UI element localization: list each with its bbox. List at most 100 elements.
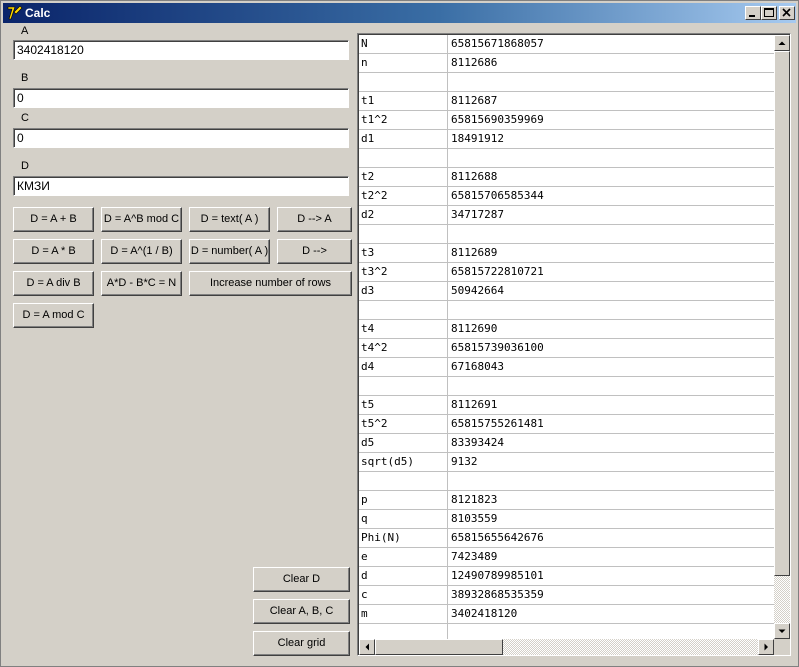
grid-cell-value[interactable]: 65815671868057	[449, 35, 774, 54]
table-row	[359, 301, 774, 320]
table-row	[359, 225, 774, 244]
grid-cell-value[interactable]: 65815755261481	[449, 415, 774, 434]
grid-cell-name[interactable]	[359, 73, 448, 92]
grid-cell-value[interactable]	[449, 73, 774, 92]
grid-cell-value[interactable]: 65815690359969	[449, 111, 774, 130]
grid-cell-name[interactable]	[359, 472, 448, 491]
grid-cell-value[interactable]: 67168043	[449, 358, 774, 377]
grid-cell-value[interactable]: 7423489	[449, 548, 774, 567]
grid-cell-name[interactable]: q	[359, 510, 448, 529]
field-c-input[interactable]: 0	[13, 128, 349, 148]
grid-cell-name[interactable]: d3	[359, 282, 448, 301]
grid-cell-value[interactable]: 65815655642676	[449, 529, 774, 548]
grid-cell-value[interactable]: 50942664	[449, 282, 774, 301]
grid-cell-name[interactable]: t1^2	[359, 111, 448, 130]
multiply-button[interactable]: D = A * B	[13, 239, 94, 264]
grid-cell-name[interactable]: t5	[359, 396, 448, 415]
field-d-input[interactable]: КМЗИ	[13, 176, 349, 196]
vertical-scroll-thumb[interactable]	[774, 51, 790, 576]
grid-cell-value[interactable]	[449, 301, 774, 320]
horizontal-scrollbar[interactable]	[359, 639, 774, 655]
grid-cell-name[interactable]: Phi(N)	[359, 529, 448, 548]
grid-cell-name[interactable]: d5	[359, 434, 448, 453]
grid-cell-value[interactable]: 8103559	[449, 510, 774, 529]
field-a-input[interactable]: 3402418120	[13, 40, 349, 60]
grid-cell-name[interactable]: t5^2	[359, 415, 448, 434]
grid-cell-value[interactable]: 8112686	[449, 54, 774, 73]
div-button[interactable]: D = A div B	[13, 271, 94, 296]
results-grid[interactable]: N 65815671868057 n 8112686 t1 8112687 t1^2 6581…	[357, 33, 791, 656]
vertical-scrollbar[interactable]	[774, 35, 790, 639]
grid-cell-name[interactable]: d2	[359, 206, 448, 225]
scroll-down-button[interactable]	[774, 623, 790, 639]
maximize-button[interactable]	[761, 6, 777, 20]
grid-cell-value[interactable]: 65815722810721	[449, 263, 774, 282]
grid-cell-value[interactable]: 8112689	[449, 244, 774, 263]
grid-cell-value[interactable]	[449, 149, 774, 168]
grid-cell-name[interactable]: t3^2	[359, 263, 448, 282]
grid-cell-name[interactable]: m	[359, 605, 448, 624]
grid-cell-name[interactable]: t2	[359, 168, 448, 187]
grid-cell-value[interactable]: 83393424	[449, 434, 774, 453]
grid-cell-value[interactable]	[449, 377, 774, 396]
scroll-left-button[interactable]	[359, 639, 375, 655]
grid-cell-name[interactable]: d4	[359, 358, 448, 377]
grid-cell-name[interactable]: d	[359, 567, 448, 586]
grid-cell-value[interactable]: 38932868535359	[449, 586, 774, 605]
minimize-button[interactable]	[745, 6, 761, 20]
field-b-input[interactable]: 0	[13, 88, 349, 108]
grid-cell-name[interactable]: t1	[359, 92, 448, 111]
grid-cell-name[interactable]: t2^2	[359, 187, 448, 206]
increase-rows-button[interactable]: Increase number of rows	[189, 271, 352, 296]
grid-cell-name[interactable]	[359, 225, 448, 244]
title-bar[interactable]: Calc	[3, 3, 796, 23]
grid-cell-value[interactable]: 8121823	[449, 491, 774, 510]
grid-cell-name[interactable]	[359, 149, 448, 168]
add-button[interactable]: D = A + B	[13, 207, 94, 232]
grid-cell-value[interactable]: 65815739036100	[449, 339, 774, 358]
close-icon	[782, 8, 791, 17]
grid-cell-value[interactable]	[449, 225, 774, 244]
grid-cell-name[interactable]: N	[359, 35, 448, 54]
field-a-label: A	[21, 25, 29, 37]
grid-cell-name[interactable]	[359, 377, 448, 396]
number-button[interactable]: D = number( A )	[189, 239, 270, 264]
grid-cell-name[interactable]: e	[359, 548, 448, 567]
grid-cell-value[interactable]: 3402418120	[449, 605, 774, 624]
powmod-button[interactable]: D = A^B mod C	[101, 207, 182, 232]
grid-cell-name[interactable]: c	[359, 586, 448, 605]
grid-cell-value[interactable]: 34717287	[449, 206, 774, 225]
root-button[interactable]: D = A^(1 / B)	[101, 239, 182, 264]
grid-cell-name[interactable]: d1	[359, 130, 448, 149]
clear-abc-button[interactable]: Clear A, B, C	[253, 599, 350, 624]
determinant-button[interactable]: A*D - B*C = N	[101, 271, 182, 296]
mod-button[interactable]: D = A mod C	[13, 303, 94, 328]
grid-cell-value[interactable]	[449, 472, 774, 491]
grid-cell-name[interactable]: t3	[359, 244, 448, 263]
table-row	[359, 73, 774, 92]
grid-cell-name[interactable]: n	[359, 54, 448, 73]
grid-cell-value[interactable]: 18491912	[449, 130, 774, 149]
field-b-label: B	[21, 72, 29, 84]
d-to-a-button[interactable]: D --> A	[277, 207, 352, 232]
scroll-up-button[interactable]	[774, 35, 790, 51]
grid-cell-value[interactable]: 8112687	[449, 92, 774, 111]
grid-cell-value[interactable]: 8112690	[449, 320, 774, 339]
grid-cell-value[interactable]: 8112688	[449, 168, 774, 187]
close-button[interactable]	[779, 6, 795, 20]
grid-cell-value[interactable]: 8112691	[449, 396, 774, 415]
grid-cell-value[interactable]: 12490789985101	[449, 567, 774, 586]
clear-d-button[interactable]: Clear D	[253, 567, 350, 592]
grid-cell-name[interactable]: sqrt(d5)	[359, 453, 448, 472]
grid-cell-name[interactable]	[359, 301, 448, 320]
text-button[interactable]: D = text( A )	[189, 207, 270, 232]
grid-cell-name[interactable]: p	[359, 491, 448, 510]
grid-cell-name[interactable]: t4^2	[359, 339, 448, 358]
scroll-right-button[interactable]	[758, 639, 774, 655]
grid-cell-name[interactable]: t4	[359, 320, 448, 339]
d-arrow-button[interactable]: D -->	[277, 239, 352, 264]
grid-cell-value[interactable]: 9132	[449, 453, 774, 472]
horizontal-scroll-thumb[interactable]	[375, 639, 503, 655]
clear-grid-button[interactable]: Clear grid	[253, 631, 350, 656]
grid-cell-value[interactable]: 65815706585344	[449, 187, 774, 206]
